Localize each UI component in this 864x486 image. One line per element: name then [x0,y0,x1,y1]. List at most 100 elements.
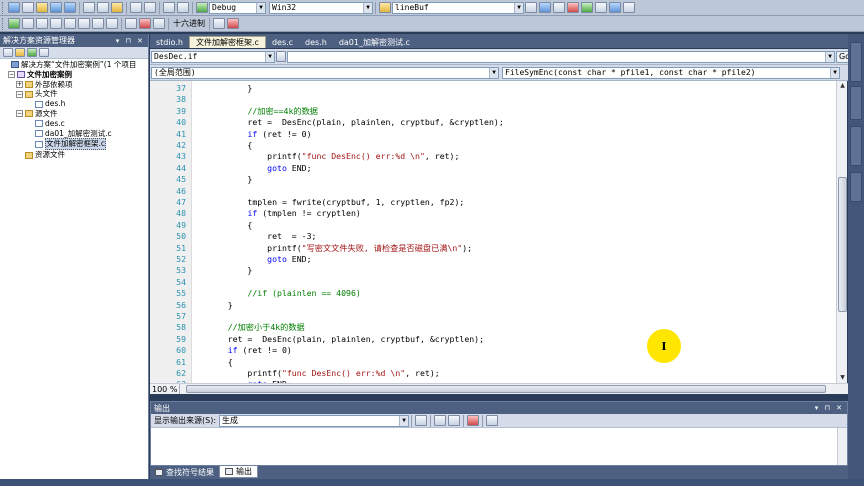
code-line[interactable]: 38 [150,94,836,105]
scroll-down-icon[interactable]: ▼ [837,373,848,383]
save-all-icon[interactable] [64,2,76,13]
collapse-icon[interactable]: − [8,71,15,79]
open-file-icon[interactable] [36,2,48,13]
code-line[interactable]: 43 printf("func DesEnc() err:%d \n", ret… [150,151,836,162]
save-icon[interactable] [50,2,62,13]
toolbar-options-icon[interactable] [227,18,239,29]
code-line[interactable]: 40 ret = DesEnc(plain, plainlen, cryptbu… [150,117,836,128]
find-message-icon[interactable] [415,415,428,426]
clear-all-icon[interactable] [467,415,480,426]
navigate-back-icon[interactable] [163,2,175,13]
function-combo[interactable]: FileSymEnc(const char * pfile1, const ch… [502,66,840,79]
server-explorer-dock-tab[interactable] [850,86,862,120]
output-text-area[interactable] [151,428,847,465]
code-line[interactable]: 46 [150,186,836,197]
tree-node-source-files[interactable]: − 源文件 [2,109,148,119]
code-line[interactable]: 51 printf("写密文文件失败, 请检查是否磁盘已满\n"); [150,243,836,254]
class-view-dock-tab[interactable] [850,172,862,202]
solution-explorer-titlebar[interactable]: 解决方案资源管理器 ▾ ⊓ ✕ [0,34,148,47]
tab-output[interactable]: 输出 [219,466,258,478]
code-line[interactable]: 41 if (ret != 0) [150,129,836,140]
toolbar-grip[interactable] [2,1,5,14]
copy-icon[interactable] [97,2,109,13]
go-to-prev-message-icon[interactable] [434,415,447,426]
windows-menu-icon[interactable] [213,18,225,29]
code-line[interactable]: 62 printf("func DesEnc() err:%d \n", ret… [150,368,836,379]
tree-node-header-files[interactable]: − 头文件 [2,89,148,99]
solution-explorer-icon[interactable] [539,2,551,13]
redo-icon[interactable] [144,2,156,13]
output-window-icon[interactable] [609,2,621,13]
cut-icon[interactable] [83,2,95,13]
editor-vertical-scrollbar[interactable]: ▲ ▼ [836,81,847,383]
symbol-nav-icon[interactable] [276,51,286,62]
breakpoints-icon[interactable] [125,18,137,29]
code-line[interactable]: 39 //加密==4k的数据 [150,106,836,117]
hex-display-button[interactable]: 十六进制 [173,18,205,29]
tree-node-test-c[interactable]: da01_加解密测试.c [2,129,148,139]
code-line[interactable]: 58 //加密小于4k的数据 [150,322,836,333]
go-to-next-message-icon[interactable] [448,415,461,426]
tab-find-symbol-results[interactable]: 查找符号结果 [150,466,219,478]
pane-controls[interactable]: ▾ ⊓ ✕ [815,404,844,412]
pane-controls[interactable]: ▾ ⊓ ✕ [116,37,145,45]
code-line[interactable]: 52 goto END; [150,254,836,265]
scroll-up-icon[interactable]: ▲ [837,81,848,91]
code-line[interactable]: 47 tmplen = fwrite(cryptbuf, 1, cryptlen… [150,197,836,208]
tab-des-c[interactable]: des.c [266,36,299,48]
show-next-statement-icon[interactable] [64,18,76,29]
find-combo[interactable]: lineBuf ▼ [392,1,524,14]
start-page-icon[interactable] [581,2,593,13]
disassembly-icon[interactable] [153,18,165,29]
delete-breakpoints-icon[interactable] [139,18,151,29]
scrollbar-thumb[interactable] [838,177,847,312]
symbol-combo[interactable]: DesDec.if ▼ [151,50,275,63]
code-line[interactable]: 57 [150,311,836,322]
collapse-icon[interactable]: − [16,90,23,98]
tree-node-external-deps[interactable]: + 外部依赖项 [2,80,148,90]
find-in-files-icon[interactable] [379,2,391,13]
code-line[interactable]: 44 goto END; [150,163,836,174]
tab-framework-c[interactable]: 文件加解密框架.c [188,36,266,48]
output-vertical-scrollbar[interactable] [837,428,847,465]
search-combo[interactable]: ▼ [287,50,835,63]
scope-combo[interactable]: (全局范围) ▼ [151,66,499,79]
show-all-files-icon[interactable] [15,48,25,57]
tree-node-resource-files[interactable]: 资源文件 [2,150,148,160]
code-line[interactable]: 54 [150,277,836,288]
find-next-icon[interactable] [525,2,537,13]
refresh-icon[interactable] [27,48,37,57]
view-class-diagram-icon[interactable] [39,48,49,57]
code-line[interactable]: 61 { [150,357,836,368]
continue-icon[interactable] [8,18,20,29]
toolbox-icon[interactable] [567,2,579,13]
code-line[interactable]: 53 } [150,265,836,276]
new-project-icon[interactable] [8,2,20,13]
step-over-icon[interactable] [92,18,104,29]
output-source-select[interactable]: 生成 ▼ [219,414,410,427]
stop-debugging-icon[interactable] [36,18,48,29]
tree-node-framework-c[interactable]: 文件加解密框架.c [2,138,148,151]
step-out-icon[interactable] [106,18,118,29]
editor-horizontal-scrollbar[interactable]: 100 % [150,383,848,394]
properties-icon[interactable] [3,48,13,57]
start-debugging-icon[interactable] [196,2,208,13]
output-titlebar[interactable]: 输出 ▾ ⊓ ✕ [151,402,847,414]
code-line[interactable]: 60 if (ret != 0) [150,345,836,356]
paste-icon[interactable] [111,2,123,13]
toolbox-dock-tab[interactable] [850,42,862,82]
toolbar-options-icon[interactable] [623,2,635,13]
code-line[interactable]: 50 ret = -3; [150,231,836,242]
step-into-icon[interactable] [78,18,90,29]
undo-icon[interactable] [130,2,142,13]
code-line[interactable]: 55 //if (plainlen == 4096) [150,288,836,299]
code-line[interactable]: 56 } [150,300,836,311]
class-view-icon[interactable] [595,2,607,13]
zoom-combo[interactable]: 100 % [150,384,180,394]
properties-dock-tab[interactable] [850,126,862,166]
break-all-icon[interactable] [22,18,34,29]
code-line[interactable]: 59 ret = DesEnc(plain, plainlen, cryptbu… [150,334,836,345]
code-line[interactable]: 42 { [150,140,836,151]
code-editor[interactable]: 37 } 38 39 //加密==4k的数据 40 ret = DesEnc(plai… [150,81,836,383]
properties-icon[interactable] [553,2,565,13]
